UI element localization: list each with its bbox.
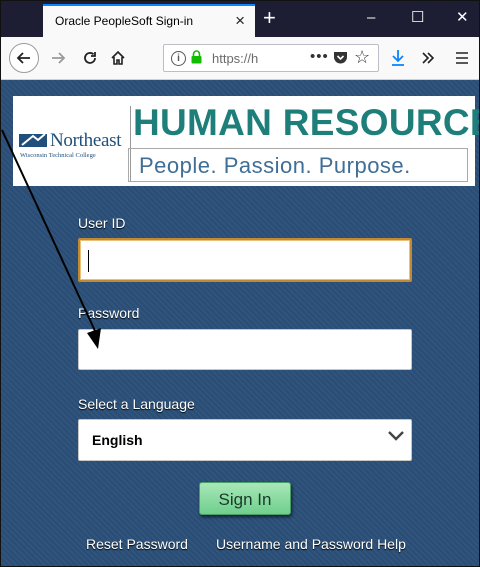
new-tab-button[interactable]: + — [263, 6, 276, 30]
reload-icon — [84, 52, 96, 64]
browser-window: Oracle PeopleSoft Sign-in × + – ☐ ✕ i ht… — [0, 0, 480, 567]
tagline: People. Passion. Purpose. — [139, 153, 411, 178]
password-input[interactable] — [78, 329, 412, 370]
address-bar[interactable]: i https://h ••• ☆ — [163, 44, 379, 72]
logo-name: Northeast — [50, 130, 122, 151]
hamburger-menu-button[interactable] — [449, 45, 475, 71]
download-icon — [392, 50, 404, 66]
back-arrow-icon — [16, 52, 30, 64]
forward-button[interactable] — [45, 45, 71, 71]
chevron-down-icon — [388, 431, 404, 441]
overflow-menu-button[interactable] — [415, 45, 441, 71]
tab-bar: Oracle PeopleSoft Sign-in × + – ☐ ✕ — [1, 1, 479, 37]
reset-password-link[interactable]: Reset Password — [86, 536, 188, 552]
home-icon — [111, 50, 125, 65]
browser-tab[interactable]: Oracle PeopleSoft Sign-in × — [43, 4, 255, 37]
language-label: Select a Language — [78, 396, 195, 412]
college-logo: Northeast Wisconsin Technical College — [19, 124, 131, 174]
navigation-bar: i https://h ••• ☆ — [1, 37, 479, 80]
password-label: Password — [78, 305, 140, 321]
tagline-box: People. Passion. Purpose. — [128, 148, 468, 182]
pocket-icon[interactable] — [333, 50, 348, 65]
back-button[interactable] — [9, 43, 39, 73]
language-selected-value: English — [92, 432, 143, 448]
language-select[interactable]: English — [78, 419, 412, 461]
user-id-input[interactable] — [78, 238, 412, 282]
maximize-icon[interactable]: ☐ — [411, 9, 424, 27]
info-icon[interactable]: i — [171, 51, 186, 66]
logo-mark-icon — [19, 133, 47, 147]
page-actions-icon[interactable]: ••• — [310, 48, 329, 65]
username-password-help-link[interactable]: Username and Password Help — [216, 536, 406, 552]
logo-subtitle: Wisconsin Technical College — [20, 152, 96, 159]
double-chevron-icon — [422, 52, 435, 64]
sign-in-button[interactable]: Sign In — [199, 482, 291, 515]
text-caret — [88, 250, 89, 272]
close-tab-icon[interactable]: × — [235, 11, 245, 31]
minimize-icon[interactable]: – — [367, 9, 375, 27]
close-window-icon[interactable]: ✕ — [456, 9, 469, 27]
forward-arrow-icon — [52, 52, 66, 64]
lock-icon[interactable] — [191, 50, 202, 64]
reload-button[interactable] — [77, 45, 103, 71]
url-text[interactable]: https://h — [212, 51, 258, 66]
tab-title: Oracle PeopleSoft Sign-in — [55, 14, 194, 28]
hamburger-icon — [456, 52, 468, 64]
user-id-label: User ID — [78, 215, 126, 231]
home-button[interactable] — [105, 45, 131, 71]
downloads-button[interactable] — [385, 45, 411, 71]
hr-banner: Northeast Wisconsin Technical College HU… — [13, 96, 479, 186]
bookmark-star-icon[interactable]: ☆ — [354, 47, 370, 68]
page-content: Northeast Wisconsin Technical College HU… — [1, 80, 479, 566]
page-title: HUMAN RESOURCES — [133, 102, 479, 143]
